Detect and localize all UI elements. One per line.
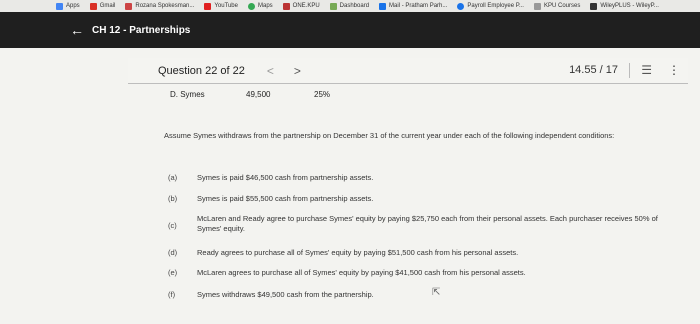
bookmark-label: Gmail [99,3,116,9]
next-question-button[interactable]: > [294,64,301,78]
divider [629,63,630,78]
item-text: Symes is paid $46,500 cash from partners… [197,173,374,182]
bookmark-label: Dashboard [339,3,370,9]
item-text: Symes is paid $55,500 cash from partners… [197,194,374,203]
item-letter: (f) [168,290,176,299]
gmail-icon [89,2,97,10]
bookmark-label: KPU Courses [543,3,581,9]
apps-icon [56,2,63,10]
partner-share: 25% [314,90,331,99]
back-arrow-icon[interactable]: ← [70,22,88,38]
bookmark-label: ONE.KPU [292,3,320,9]
main-content [0,48,700,324]
partner-name: D. Symes [170,90,205,99]
question-bar: Question 22 of 22 < > 14.55 / 17 ☰ ⋮ [128,58,688,84]
wileyplus-icon [590,2,598,10]
youtube-icon [204,2,212,10]
bookmark-maps[interactable]: Maps [247,2,273,10]
item-letter: (e) [168,268,178,277]
bookmark-youtube[interactable]: YouTube [204,2,238,10]
bookmark-wileyplus[interactable]: WileyPLUS - WileyP... [590,2,659,10]
item-text: McLaren agrees to purchase all of Symes'… [197,268,526,277]
outlook-icon [379,2,387,10]
bookmark-label: Apps [66,3,80,9]
kpu-courses-icon [533,2,541,10]
previous-question-button[interactable]: < [267,64,274,78]
bookmark-onekpu[interactable]: ONE.KPU [282,2,320,10]
partner-capital: 49,500 [246,90,271,99]
app-title: CH 12 - Partnerships [92,24,191,36]
rozana-icon [125,2,133,10]
question-title: Question 22 of 22 [158,64,245,77]
item-letter: (a) [168,173,178,182]
bookmark-label: Maps [257,3,273,9]
bookmark-gmail[interactable]: Gmail [89,2,116,10]
onekpu-icon [282,2,290,10]
more-options-icon[interactable]: ⋮ [668,63,680,77]
item-letter: (c) [168,221,177,230]
dashboard-icon [329,2,337,10]
bookmark-kpu-courses[interactable]: KPU Courses [533,2,581,10]
item-letter: (b) [168,194,178,203]
payroll-icon [457,2,465,10]
bookmark-label: Payroll Employee P... [467,3,524,9]
bookmark-label: WileyPLUS - WileyP... [600,3,659,9]
bookmark-rozana[interactable]: Rozana Spokesman... [125,2,195,10]
bookmark-dashboard[interactable]: Dashboard [329,2,370,10]
bookmark-payroll[interactable]: Payroll Employee P... [457,2,524,10]
bookmarks-bar: Apps Gmail Rozana Spokesman... YouTube M… [0,0,700,12]
item-letter: (d) [168,248,178,257]
item-text: Ready agrees to purchase all of Symes' e… [197,248,519,257]
bookmark-mail[interactable]: Mail - Pratham Parh... [379,2,448,10]
bookmark-label: YouTube [214,3,238,9]
score-progress: 14.55 / 17 [569,64,618,76]
bookmark-label: Rozana Spokesman... [135,3,195,9]
bookmark-label: Mail - Pratham Parh... [389,3,448,9]
bookmark-apps[interactable]: Apps [56,2,80,10]
question-list-icon[interactable]: ☰ [641,63,652,77]
problem-statement: Assume Symes withdraws from the partners… [164,131,615,140]
app-header: ← CH 12 - Partnerships [0,12,700,48]
maps-icon [247,2,255,10]
mouse-cursor-icon: ⇱ [432,287,441,298]
item-text: McLaren and Ready agree to purchase Syme… [197,214,658,233]
